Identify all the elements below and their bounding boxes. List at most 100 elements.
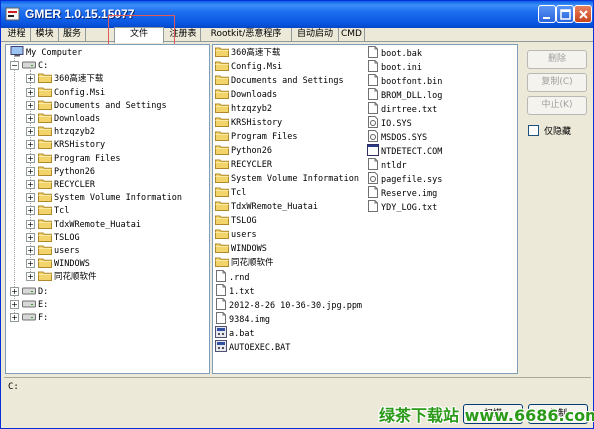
tree-expand-toggle[interactable]: + xyxy=(26,206,35,216)
tree-expand-toggle[interactable]: + xyxy=(26,74,35,84)
file-item[interactable]: YDY_LOG.txt xyxy=(367,200,437,213)
tree-folder[interactable]: TSLOG xyxy=(38,231,80,244)
tree-expand-toggle[interactable]: + xyxy=(10,313,19,322)
tree-expand-toggle[interactable]: + xyxy=(26,100,35,110)
folder-item[interactable]: System Volume Information xyxy=(215,172,359,185)
tree-folder-label: 同花顺软件 xyxy=(54,272,97,283)
file-item[interactable]: AUTOEXEC.BAT xyxy=(215,340,290,353)
tree-expand-toggle[interactable]: + xyxy=(26,219,35,229)
file-item[interactable]: boot.ini xyxy=(367,60,422,73)
tree-folder[interactable]: Downloads xyxy=(38,112,100,125)
file-item[interactable]: bootfont.bin xyxy=(367,74,442,87)
tree-folder-label: TdxWRemote_Huatai xyxy=(54,219,141,230)
stop-button[interactable]: 中止(K) xyxy=(527,96,587,115)
tree-folder[interactable]: RECYCLER xyxy=(38,178,95,191)
folder-item-label: Config.Msi xyxy=(231,62,283,72)
copy-button[interactable]: 复制(C) xyxy=(527,73,587,92)
drive-tree[interactable]: My Computer − C: +360高速下载 + Config.Msi + Docume… xyxy=(5,44,210,374)
tree-folder-label: Tcl xyxy=(54,206,70,217)
tree-folder[interactable]: Python26 xyxy=(38,165,95,178)
file-item[interactable]: .rnd xyxy=(215,270,249,283)
tree-expand-toggle[interactable]: + xyxy=(26,153,35,163)
file-item-label: bootfont.bin xyxy=(381,77,443,87)
file-item[interactable]: pagefile.sys xyxy=(367,172,442,185)
folder-item[interactable]: TSLOG xyxy=(215,214,257,227)
file-item[interactable]: a.bat xyxy=(215,326,255,339)
tree-folder[interactable]: WINDOWS xyxy=(38,257,90,270)
tree-expand-toggle[interactable]: + xyxy=(26,87,35,97)
folder-item[interactable]: Documents and Settings xyxy=(215,74,344,87)
tree-expand-toggle[interactable]: + xyxy=(26,166,35,176)
tree-folder-label: WINDOWS xyxy=(54,259,90,270)
file-item[interactable]: 9384.img xyxy=(215,312,270,325)
file-list[interactable]: 360高速下载 Config.Msi Documents and Settings D… xyxy=(212,44,518,374)
tree-expand-toggle[interactable]: + xyxy=(26,127,35,137)
tree-collapse-toggle[interactable]: − xyxy=(10,61,19,71)
folder-item[interactable]: users xyxy=(215,228,257,241)
tree-folder-label: TSLOG xyxy=(54,232,80,243)
folder-item[interactable]: Tcl xyxy=(215,186,246,199)
tree-folder[interactable]: 360高速下载 xyxy=(38,72,103,85)
tree-expand-toggle[interactable]: + xyxy=(26,259,35,269)
tree-expand-toggle[interactable]: + xyxy=(10,299,19,309)
folder-item[interactable]: WINDOWS xyxy=(215,242,267,255)
folder-item[interactable]: TdxWRemote_Huatai xyxy=(215,200,318,213)
tree-expand-toggle[interactable]: + xyxy=(10,286,19,296)
tab-rootkit[interactable]: Rootkit/恶意程序 xyxy=(201,28,292,42)
folder-item[interactable]: Downloads xyxy=(215,88,277,101)
tree-folder[interactable]: Documents and Settings xyxy=(38,99,167,112)
tree-expand-toggle[interactable]: + xyxy=(26,140,35,150)
file-item[interactable]: 2012-8-26 10-36-30.jpg.ppm xyxy=(215,298,362,311)
folder-item[interactable]: KRSHistory xyxy=(215,116,282,129)
tree-expand-toggle[interactable]: + xyxy=(26,180,35,189)
tree-folder[interactable]: Program Files xyxy=(38,152,121,165)
folder-item[interactable]: 360高速下载 xyxy=(215,46,280,59)
tree-drive-c[interactable]: C: xyxy=(22,59,48,72)
maximize-button[interactable] xyxy=(556,5,574,23)
tab-autostart[interactable]: 自动启动 xyxy=(292,28,339,42)
file-item[interactable]: BROM_DLL.log xyxy=(367,88,442,101)
tab-modules[interactable]: 模块 xyxy=(31,28,59,42)
file-item[interactable]: NTDETECT.COM xyxy=(367,144,442,157)
tab-cmd[interactable]: CMD xyxy=(339,28,365,42)
tree-expand-toggle[interactable]: + xyxy=(26,246,35,255)
tree-folder[interactable]: users xyxy=(38,244,80,257)
tree-folder[interactable]: Config.Msi xyxy=(38,86,105,99)
tab-processes[interactable]: 进程 xyxy=(3,28,31,42)
tree-folder[interactable]: KRSHistory xyxy=(38,138,105,151)
tree-root[interactable]: My Computer xyxy=(10,46,82,59)
folder-item[interactable]: Program Files xyxy=(215,130,298,143)
tree-folder[interactable]: Tcl xyxy=(38,204,69,217)
tree-drive[interactable]: E: xyxy=(22,298,48,311)
file-item[interactable]: Reserve.img xyxy=(367,186,437,199)
hidden-only-checkbox[interactable] xyxy=(528,125,539,136)
tree-folder[interactable]: System Volume Information xyxy=(38,191,182,204)
tree-folder[interactable]: htzqzyb2 xyxy=(38,125,95,138)
file-item[interactable]: dirtree.txt xyxy=(367,102,437,115)
tree-expand-toggle[interactable]: + xyxy=(26,114,35,123)
folder-item[interactable]: Config.Msi xyxy=(215,60,282,73)
tree-drive[interactable]: D: xyxy=(22,285,48,298)
folder-item[interactable]: RECYCLER xyxy=(215,158,272,171)
tab-services[interactable]: 服务 xyxy=(59,28,86,42)
tree-expand-toggle[interactable]: + xyxy=(26,193,35,203)
folder-item-label: Tcl xyxy=(231,188,247,198)
folder-item[interactable]: htzqzyb2 xyxy=(215,102,272,115)
tree-folder[interactable]: TdxWRemote_Huatai xyxy=(38,218,141,231)
folder-item-label: Program Files xyxy=(231,132,298,142)
delete-button[interactable]: 删除 xyxy=(527,50,587,69)
file-item-label: pagefile.sys xyxy=(381,175,443,185)
file-item[interactable]: IO.SYS xyxy=(367,116,412,129)
file-item[interactable]: boot.bak xyxy=(367,46,422,59)
tree-folder[interactable]: 同花顺软件 xyxy=(38,270,97,283)
file-item[interactable]: ntldr xyxy=(367,158,407,171)
folder-item[interactable]: 同花顺软件 xyxy=(215,256,274,269)
folder-item[interactable]: Python26 xyxy=(215,144,272,157)
tree-expand-toggle[interactable]: + xyxy=(26,232,35,242)
file-item[interactable]: 1.txt xyxy=(215,284,255,297)
file-item[interactable]: MSDOS.SYS xyxy=(367,130,427,143)
close-button[interactable] xyxy=(574,5,592,23)
minimize-button[interactable] xyxy=(538,5,556,23)
tree-expand-toggle[interactable]: + xyxy=(26,272,35,282)
tree-drive[interactable]: F: xyxy=(22,311,48,324)
